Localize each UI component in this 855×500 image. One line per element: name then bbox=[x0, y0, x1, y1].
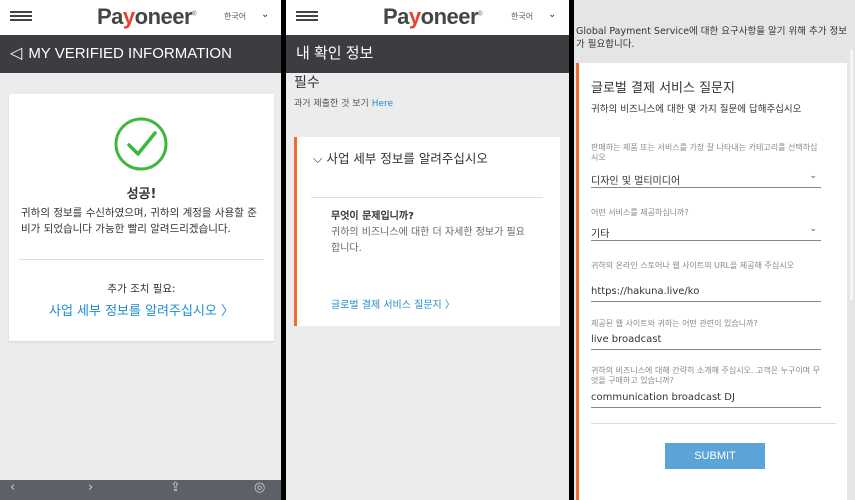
title-bar: ◁ MY VERIFIED INFORMATION bbox=[0, 35, 281, 73]
chevron-down-icon[interactable]: ⌄ bbox=[548, 9, 556, 20]
compass-icon[interactable]: ◎ bbox=[254, 480, 265, 495]
menu-icon[interactable] bbox=[296, 11, 318, 22]
required-section-title: 필수 bbox=[294, 75, 320, 91]
top-header: Payoneer® 한국어 ⌄ bbox=[0, 0, 281, 35]
category-select[interactable]: 디자인 및 멀티미디어 ⌄ bbox=[591, 168, 821, 188]
language-selector[interactable]: 한국어 bbox=[224, 11, 246, 22]
field-label: 귀하의 온라인 스토어나 웹 사이트의 URL을 제공해 주십시오 bbox=[591, 261, 794, 270]
question-label: 무엇이 문제입니까? bbox=[331, 211, 414, 222]
intro-text: Global Payment Service에 대한 요구사항을 알기 위해 추… bbox=[576, 26, 848, 50]
website-url-input[interactable]: https://hakuna.live/ko bbox=[591, 282, 821, 302]
menu-icon[interactable] bbox=[10, 11, 32, 22]
field-label: 판매하는 제품 또는 서비스를 가장 잘 나타내는 카테고리를 선택하십시오 bbox=[591, 143, 818, 162]
here-link[interactable]: Here bbox=[372, 99, 393, 109]
business-description-input[interactable]: communication broadcast DJ bbox=[591, 388, 821, 408]
language-selector[interactable]: 한국어 bbox=[511, 11, 533, 22]
payoneer-logo: Payoneer® bbox=[383, 4, 483, 29]
questionnaire-panel: Global Payment Service에 대한 요구사항을 알기 위해 추… bbox=[574, 0, 855, 500]
top-header: Payoneer® 한국어 ⌄ bbox=[286, 0, 569, 35]
card-subtitle: 귀하의 비즈니스에 대한 몇 가지 질문에 답해주십시오 bbox=[591, 104, 802, 115]
business-details-card: ⌵ 사업 세부 정보를 알려주십시오 무엇이 문제입니까? 귀하의 비즈니스에 … bbox=[294, 137, 560, 326]
chevron-down-icon: ⌄ bbox=[809, 171, 817, 181]
divider bbox=[311, 197, 543, 198]
payoneer-logo: Payoneer® bbox=[97, 4, 197, 29]
divider bbox=[591, 423, 836, 424]
page-title: MY VERIFIED INFORMATION bbox=[28, 45, 232, 62]
card-title: 글로벌 결제 서비스 질문지 bbox=[591, 81, 735, 96]
answer-text: 귀하의 비즈니스에 대한 더 자세한 정보가 필요합니다. bbox=[331, 227, 525, 254]
card-header[interactable]: ⌵ 사업 세부 정보를 알려주십시오 bbox=[313, 151, 513, 167]
questionnaire-link[interactable]: 글로벌 결제 서비스 질문지 〉 bbox=[331, 296, 455, 311]
business-details-link[interactable]: 사업 세부 정보를 알려주십시오 〉 bbox=[9, 300, 274, 319]
questionnaire-card: 글로벌 결제 서비스 질문지 귀하의 비즈니스에 대한 몇 가지 질문에 답해주… bbox=[576, 63, 847, 500]
success-title: 성공! bbox=[126, 187, 157, 202]
back-icon[interactable]: ◁ bbox=[10, 35, 22, 73]
verified-info-panel: Payoneer® 한국어 ⌄ ◁ MY VERIFIED INFORMATION… bbox=[0, 0, 281, 500]
screenshot-collage: Payoneer® 한국어 ⌄ ◁ MY VERIFIED INFORMATION… bbox=[0, 0, 855, 500]
field-label: 귀하의 비즈니스에 대해 간략히 소개해 주십시오. 고객은 누구이며 무엇을 … bbox=[591, 366, 820, 385]
divider bbox=[19, 259, 264, 260]
browser-toolbar: ‹ › ⇪ ◎ bbox=[0, 480, 281, 500]
field-label: 어떤 서비스를 제공하십니까? bbox=[591, 208, 689, 217]
share-icon[interactable]: ⇪ bbox=[170, 480, 181, 495]
success-card: 성공! 귀하의 정보를 수신하였으며, 귀하의 계정을 사용할 준비가 되었습니… bbox=[9, 94, 274, 341]
next-action-label: 추가 조치 필요: bbox=[107, 283, 176, 295]
forward-arrow-icon[interactable]: › bbox=[88, 480, 93, 495]
success-description: 귀하의 정보를 수신하였으며, 귀하의 계정을 사용할 준비가 되었습니다 가능… bbox=[21, 207, 257, 235]
chevron-down-icon: ⌵ bbox=[313, 151, 327, 166]
chevron-down-icon: ⌄ bbox=[809, 224, 817, 234]
field-label: 제공된 웹 사이트와 귀하는 어떤 관련이 있습니까? bbox=[591, 319, 758, 328]
chevron-down-icon[interactable]: ⌄ bbox=[261, 9, 269, 20]
title-bar: 내 확인 정보 bbox=[286, 35, 569, 73]
back-arrow-icon[interactable]: ‹ bbox=[10, 480, 15, 495]
service-select[interactable]: 기타 ⌄ bbox=[591, 221, 821, 241]
scrollbar[interactable] bbox=[850, 50, 853, 300]
my-verification-panel: Payoneer® 한국어 ⌄ 내 확인 정보 필수 과거 제출한 것 보기 H… bbox=[286, 0, 569, 500]
website-relation-input[interactable]: live broadcast bbox=[591, 330, 821, 350]
submit-button[interactable]: SUBMIT bbox=[665, 443, 765, 469]
success-check-icon bbox=[114, 117, 168, 171]
past-submissions: 과거 제출한 것 보기 Here bbox=[294, 99, 394, 109]
